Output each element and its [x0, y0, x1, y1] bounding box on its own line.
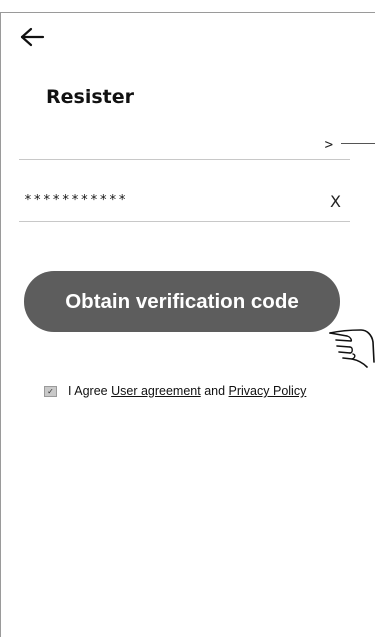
pointing-hand-icon [329, 329, 375, 368]
back-arrow-icon[interactable] [19, 27, 45, 47]
callout-line [341, 143, 375, 144]
user-agreement-link[interactable]: User agreement [111, 384, 201, 398]
divider [19, 159, 350, 160]
checkmark-icon: ✓ [47, 386, 54, 396]
password-field[interactable]: *********** X [19, 186, 350, 222]
chevron-right-icon: > [324, 137, 333, 153]
agree-checkbox[interactable]: ✓ [44, 385, 57, 397]
page-title: Resister [46, 86, 134, 108]
privacy-policy-link[interactable]: Privacy Policy [229, 384, 307, 398]
obtain-verification-code-button[interactable]: Obtain verification code [24, 271, 340, 332]
password-value: *********** [24, 193, 128, 208]
clear-icon[interactable]: X [330, 192, 341, 211]
agree-prefix: I Agree [68, 384, 112, 398]
divider [19, 221, 350, 222]
agree-middle: and [200, 384, 229, 398]
region-selector[interactable]: > [19, 130, 350, 160]
agreement-row: ✓ I Agree User agreement and Privacy Pol… [44, 383, 306, 399]
